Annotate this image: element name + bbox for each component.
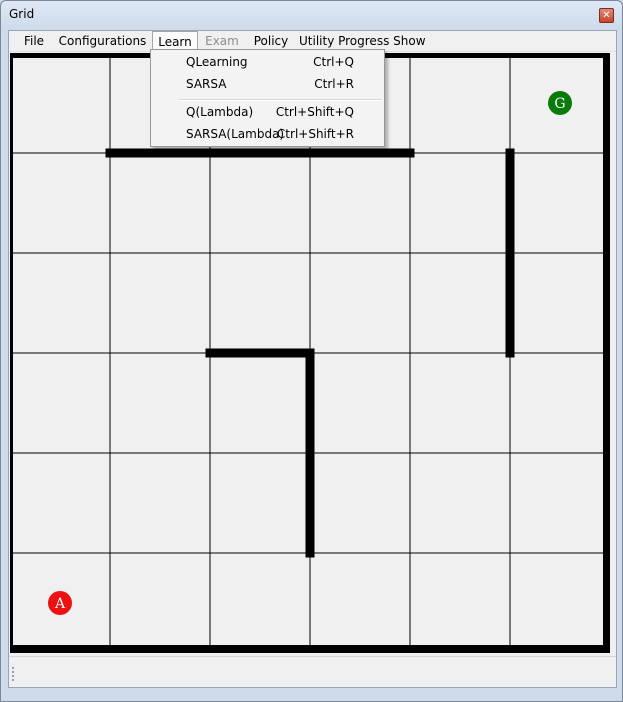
- menu-utility-progress-show[interactable]: Utility Progress Show: [299, 31, 426, 51]
- grid-cell[interactable]: [109, 352, 211, 454]
- grid-cell[interactable]: [409, 252, 511, 354]
- grid-cell[interactable]: [409, 452, 511, 554]
- title-bar: Grid ✕: [1, 1, 622, 27]
- grid-cell[interactable]: [509, 552, 610, 653]
- grid-cell[interactable]: [109, 252, 211, 354]
- grid-cell[interactable]: [10, 53, 111, 154]
- grid-cell[interactable]: [509, 252, 610, 354]
- menu-item-label: SARSA(Lambda): [186, 127, 285, 141]
- grid-cell[interactable]: [209, 452, 311, 554]
- grid-cell[interactable]: [309, 552, 411, 653]
- status-bar: [9, 656, 616, 687]
- grid-cell[interactable]: [209, 252, 311, 354]
- learn-dropdown-menu: QLearning Ctrl+Q SARSA Ctrl+R Q(Lambda) …: [150, 49, 385, 147]
- grid-cell[interactable]: [109, 552, 211, 653]
- menu-item-q-lambda[interactable]: Q(Lambda) Ctrl+Shift+Q: [151, 101, 384, 123]
- menu-configurations[interactable]: Configurations: [56, 31, 149, 51]
- agent-label: A: [54, 596, 66, 612]
- grid-cell[interactable]: [409, 352, 511, 454]
- goal-label: G: [554, 96, 565, 112]
- menu-file[interactable]: File: [15, 31, 53, 51]
- menu-item-shortcut: Ctrl+Shift+R: [276, 127, 354, 141]
- grid-cell[interactable]: [509, 352, 610, 454]
- grid-cell[interactable]: [509, 452, 610, 554]
- grip-icon: [12, 667, 17, 681]
- menu-item-label: QLearning: [186, 55, 248, 69]
- menu-item-qlearning[interactable]: QLearning Ctrl+Q: [151, 51, 384, 73]
- grid-cell[interactable]: [209, 352, 311, 454]
- menu-policy[interactable]: Policy: [248, 31, 294, 51]
- grid-cell[interactable]: [209, 152, 311, 254]
- close-button[interactable]: ✕: [599, 8, 614, 23]
- grid-cell[interactable]: [10, 452, 111, 554]
- window-title: Grid: [9, 7, 35, 21]
- grid-cell[interactable]: [10, 152, 111, 254]
- menu-item-shortcut: Ctrl+Q: [313, 55, 354, 69]
- grid-cell[interactable]: [309, 252, 411, 354]
- grid-cell[interactable]: [509, 152, 610, 254]
- grid-cell[interactable]: [109, 452, 211, 554]
- grid-cell[interactable]: [309, 152, 411, 254]
- grid-cell[interactable]: [109, 152, 211, 254]
- grid-cell[interactable]: [409, 552, 511, 653]
- menu-item-shortcut: Ctrl+Shift+Q: [275, 105, 354, 119]
- menu-item-label: SARSA: [186, 77, 227, 91]
- grid-cell[interactable]: [409, 53, 511, 154]
- menu-item-label: Q(Lambda): [186, 105, 254, 119]
- menu-learn[interactable]: Learn: [152, 31, 198, 51]
- menu-item-sarsa[interactable]: SARSA Ctrl+R: [151, 73, 384, 95]
- grid-cell[interactable]: [209, 552, 311, 653]
- menu-exam[interactable]: Exam: [201, 31, 243, 51]
- menu-item-shortcut: Ctrl+R: [314, 77, 354, 91]
- grid-cell[interactable]: [10, 352, 111, 454]
- close-icon: ✕: [602, 10, 611, 21]
- grid-cell[interactable]: [409, 152, 511, 254]
- grid-cell[interactable]: [10, 252, 111, 354]
- grid-cell[interactable]: [309, 452, 411, 554]
- menu-item-sarsa-lambda[interactable]: SARSA(Lambda) Ctrl+Shift+R: [151, 123, 384, 145]
- grid-cell[interactable]: [309, 352, 411, 454]
